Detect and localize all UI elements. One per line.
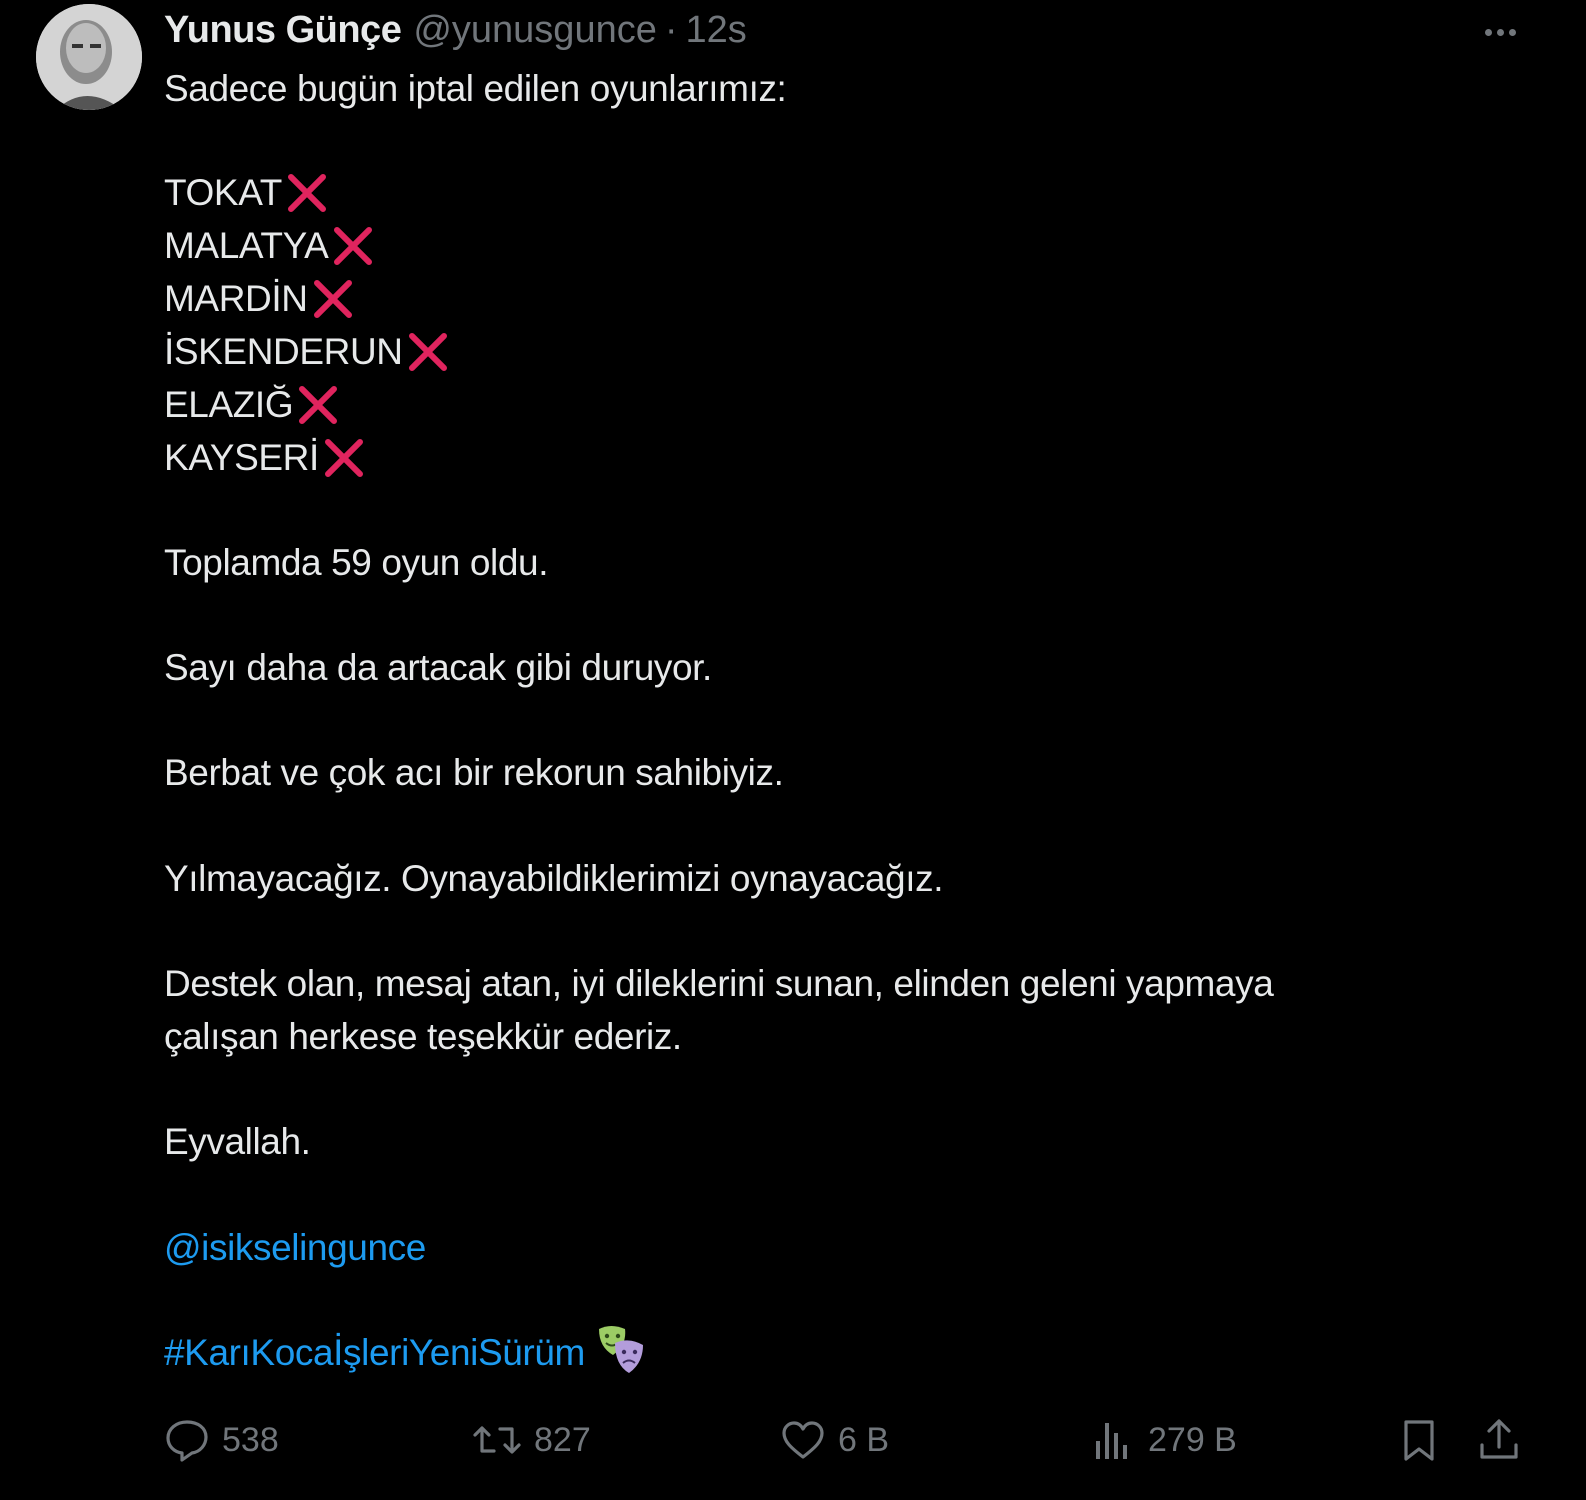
view-count: 279 B: [1148, 1420, 1237, 1459]
tweet-paragraph: Eyvallah.: [164, 1121, 311, 1162]
hashtag-link[interactable]: #KarıKocaİşleriYeniSürüm: [164, 1332, 585, 1373]
heart-icon: [782, 1421, 824, 1459]
reply-icon: [166, 1420, 208, 1462]
cross-mark-icon: [313, 279, 352, 318]
tweet-paragraph: Yılmayacağız. Oynayabildiklerimizi oynay…: [164, 858, 944, 899]
city-name: ELAZIĞ: [164, 384, 294, 425]
city-line: KAYSERİ: [164, 431, 451, 484]
repost-icon: [473, 1426, 521, 1454]
bookmark-button[interactable]: [1396, 1412, 1442, 1468]
city-name: KAYSERİ: [164, 437, 319, 478]
more-dot-icon: [1484, 28, 1492, 36]
tweet-paragraph: Berbat ve çok acı bir rekorun sahibiyiz.: [164, 752, 784, 793]
city-name: MALATYA: [164, 225, 329, 266]
more-dot-icon: [1508, 28, 1516, 36]
like-count: 6 B: [838, 1420, 890, 1459]
city-line: MARDİN: [164, 272, 451, 325]
cross-mark-icon: [287, 173, 326, 212]
cross-mark-icon: [324, 438, 363, 477]
cross-mark-icon: [299, 385, 338, 424]
city-name: İSKENDERUN: [164, 331, 403, 372]
reply-button[interactable]: 538: [164, 1412, 279, 1468]
share-icon: [1480, 1419, 1518, 1459]
cross-mark-icon: [408, 332, 447, 371]
city-line: MALATYA: [164, 219, 451, 272]
city-line: İSKENDERUN: [164, 325, 451, 378]
share-button[interactable]: [1476, 1412, 1522, 1468]
city-name: MARDİN: [164, 278, 308, 319]
mention-link[interactable]: @isikselingunce: [164, 1221, 426, 1274]
tweet-timestamp[interactable]: 12s: [686, 8, 747, 52]
performing-arts-masks-icon: [598, 1326, 643, 1374]
tweet-intro: Sadece bugün iptal edilen oyunlarımız:: [164, 68, 787, 109]
author-handle[interactable]: @yunusgunce: [413, 8, 657, 52]
reply-count: 538: [222, 1420, 279, 1459]
tweet-paragraph: Sayı daha da artacak gibi duruyor.: [164, 647, 712, 688]
repost-count: 827: [534, 1420, 591, 1459]
more-options-button[interactable]: [1474, 14, 1526, 50]
tweet-header: Yunus Günçe @yunusgunce · 12s: [164, 8, 747, 52]
city-line: TOKAT: [164, 166, 451, 219]
city-line: ELAZIĞ: [164, 378, 451, 431]
tweet-paragraph: Destek olan, mesaj atan, iyi dileklerini…: [164, 963, 1274, 1004]
tweet-actions-bar: 538 827 6 B 279 B: [164, 1412, 1534, 1468]
city-name: TOKAT: [164, 172, 282, 213]
header-separator: ·: [664, 9, 678, 51]
author-name[interactable]: Yunus Günçe: [164, 8, 402, 52]
views-button[interactable]: 279 B: [1090, 1412, 1237, 1468]
tweet-paragraph: çalışan herkese teşekkür ederiz.: [164, 1016, 682, 1057]
more-dot-icon: [1496, 28, 1504, 36]
like-button[interactable]: 6 B: [780, 1412, 889, 1468]
cancelled-cities-list: TOKAT MALATYA MARDİN İSKENDERUN ELAZIĞ K…: [164, 166, 451, 484]
hashtag-line: #KarıKocaİşleriYeniSürüm: [164, 1326, 647, 1381]
avatar[interactable]: [36, 4, 142, 110]
analytics-icon: [1096, 1423, 1127, 1459]
repost-button[interactable]: 827: [472, 1412, 591, 1468]
tweet-paragraph: Toplamda 59 oyun oldu.: [164, 542, 549, 583]
cross-mark-icon: [334, 226, 373, 265]
bookmark-icon: [1404, 1420, 1434, 1461]
